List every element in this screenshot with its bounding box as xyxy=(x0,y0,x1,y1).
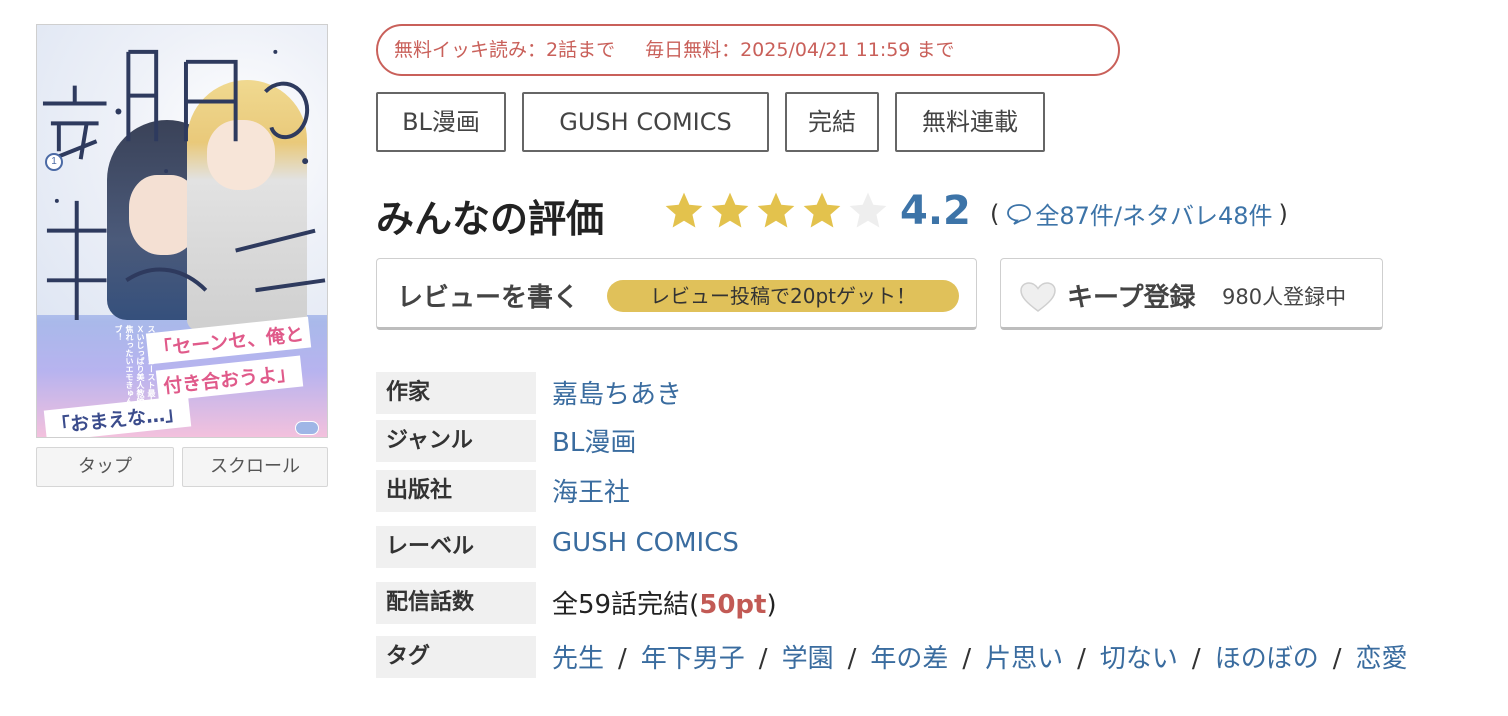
scroll-mode-button[interactable]: スクロール xyxy=(182,447,328,487)
info-row-genre: ジャンル BL漫画 xyxy=(376,420,1486,462)
author-link[interactable]: 嘉島ちあき xyxy=(552,374,682,411)
episodes-suffix: ) xyxy=(766,590,777,620)
cover-quote-2: 付き合おうよ」 xyxy=(155,355,304,402)
category-tag-label[interactable]: GUSH COMICS xyxy=(522,92,769,152)
cover-character-blond-face xyxy=(207,120,275,190)
genre-link[interactable]: BL漫画 xyxy=(552,422,636,459)
tag-link[interactable]: 片思い xyxy=(985,644,1063,674)
review-promo-badge: レビュー投稿で20ptゲット！ xyxy=(607,280,959,312)
category-tag-free-serial[interactable]: 無料連載 xyxy=(895,92,1045,152)
cover-quote-3: 「おまえな…」 xyxy=(43,395,192,437)
info-row-publisher: 出版社 海王社 xyxy=(376,470,1486,512)
free-binge-text: 無料イッキ読み：2話まで xyxy=(394,39,616,61)
keep-button[interactable]: キープ登録 980人登録中 xyxy=(1000,258,1383,330)
open-paren: ( xyxy=(990,199,1000,228)
tag-link[interactable]: 年の差 xyxy=(870,644,948,674)
tag-link[interactable]: 年下男子 xyxy=(641,644,745,674)
rating-stars xyxy=(662,189,890,235)
daily-free-text: 毎日無料：2025/04/21 11:59 まで xyxy=(645,39,955,61)
info-row-label: レーベル GUSH COMICS xyxy=(376,526,1486,568)
episodes-points: 50pt xyxy=(699,590,767,620)
author-key: 作家 xyxy=(376,372,536,414)
genre-key: ジャンル xyxy=(376,420,536,462)
keep-count: 980人登録中 xyxy=(1222,285,1347,309)
star-filled-icon xyxy=(711,192,749,228)
tag-separator: / xyxy=(618,644,627,674)
free-reading-badge: 無料イッキ読み：2話まで 毎日無料：2025/04/21 11:59 まで xyxy=(376,24,1120,76)
star-filled-icon xyxy=(757,192,795,228)
star-filled-icon xyxy=(803,192,841,228)
publisher-link[interactable]: 海王社 xyxy=(552,472,630,509)
info-row-author: 作家 嘉島ちあき xyxy=(376,372,1486,414)
episodes-value: 全59話完結(50pt) xyxy=(552,584,777,621)
tag-separator: / xyxy=(847,644,857,674)
category-tag-completed[interactable]: 完結 xyxy=(785,92,879,152)
tag-separator: / xyxy=(1191,644,1201,674)
rating-score: 4.2 xyxy=(900,188,971,234)
tags-key: タグ xyxy=(376,636,536,678)
cover-character-blond xyxy=(187,80,307,330)
tag-separator: / xyxy=(1077,644,1086,674)
write-review-button[interactable]: レビューを書く レビュー投稿で20ptゲット！ xyxy=(376,258,977,330)
tag-link[interactable]: ほのぼの xyxy=(1215,644,1319,674)
label-link[interactable]: GUSH COMICS xyxy=(552,528,739,558)
publisher-key: 出版社 xyxy=(376,470,536,512)
tag-link[interactable]: 切ない xyxy=(1100,644,1178,674)
tag-link[interactable]: 恋愛 xyxy=(1355,644,1407,674)
review-count-link[interactable]: 全87件/ネタバレ48件 xyxy=(1035,196,1272,231)
category-tag-bl[interactable]: BL漫画 xyxy=(376,92,506,152)
keep-label: キープ登録 xyxy=(1067,283,1196,313)
episodes-key: 配信話数 xyxy=(376,582,536,624)
close-paren: ) xyxy=(1278,199,1288,228)
tag-separator: / xyxy=(962,644,972,674)
tag-separator: / xyxy=(758,644,768,674)
tag-separator: / xyxy=(1332,644,1342,674)
heart-icon xyxy=(1020,282,1056,312)
tag-link[interactable]: 先生 xyxy=(552,644,604,674)
star-empty-icon xyxy=(849,192,887,228)
label-key: レーベル xyxy=(376,526,536,568)
info-row-tags: タグ 先生 / 年下男子 / 学園 / 年の差 / 片思い / 切ない / ほのぼの / 恋愛 xyxy=(376,636,1486,678)
tap-mode-button[interactable]: タップ xyxy=(36,447,174,487)
cover-image[interactable]: 1 スクールカースト最上位Ｘいじっぱり美人教師の焦れったいエモきゅんラブ！ 「セ… xyxy=(36,24,328,438)
tag-link[interactable]: 学園 xyxy=(782,644,834,674)
star-filled-icon xyxy=(665,192,703,228)
episodes-count: 全59話完結( xyxy=(552,590,700,620)
tag-list: 先生 / 年下男子 / 学園 / 年の差 / 片思い / 切ない / ほのぼの / 恋愛 xyxy=(552,638,1407,675)
review-count[interactable]: ( 全87件/ネタバレ48件 ) xyxy=(984,196,1294,231)
cover-volume-badge: 1 xyxy=(45,153,63,171)
rating-heading: みんなの評価 xyxy=(376,197,605,241)
write-review-label: レビューを書く xyxy=(397,283,580,313)
publisher-logo-icon xyxy=(295,421,319,435)
info-row-episodes: 配信話数 全59話完結(50pt) xyxy=(376,582,1486,624)
speech-bubble-icon xyxy=(1007,203,1032,225)
